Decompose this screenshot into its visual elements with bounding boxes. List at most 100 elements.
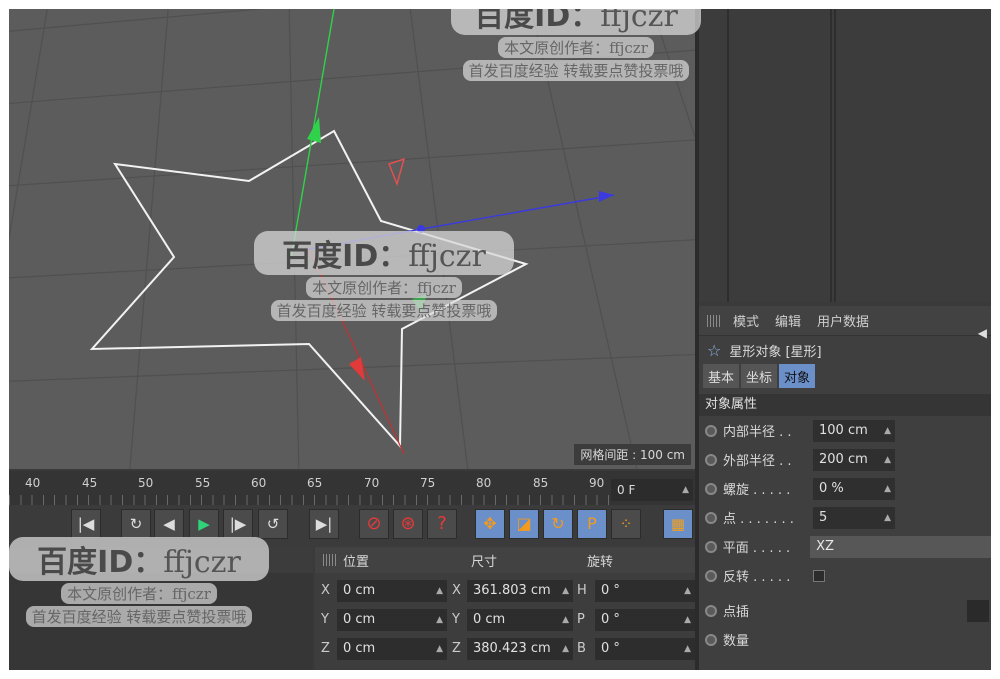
timeline-tick: 70 bbox=[364, 476, 380, 490]
spinner-icon[interactable]: ▲ bbox=[884, 507, 891, 529]
app-window: 网格间距 : 100 cm 模式 编辑 用户数据 ◀ ☆ 星形对象 [星形] 基… bbox=[9, 9, 991, 670]
field-value: 0 ° bbox=[601, 583, 620, 598]
animate-radio-icon[interactable] bbox=[705, 569, 717, 582]
plane-dropdown[interactable]: XZ bbox=[810, 535, 991, 558]
move-key-button[interactable]: ✥ bbox=[475, 509, 505, 539]
field-value: 361.803 cm bbox=[473, 583, 551, 598]
coord-row-z: Z 0 cm ▲ Z 380.423 cm ▲ B 0 ° ▲ bbox=[315, 638, 695, 662]
next-key-button[interactable]: ↺ bbox=[258, 509, 288, 539]
spinner-icon[interactable]: ▲ bbox=[562, 580, 569, 602]
star-icon: ☆ bbox=[707, 340, 722, 360]
size-x-field[interactable]: 361.803 cm ▲ bbox=[467, 580, 573, 602]
menu-mode[interactable]: 模式 bbox=[733, 311, 759, 330]
spinner-icon[interactable]: ▲ bbox=[684, 609, 691, 631]
previous-key-button[interactable]: ↻ bbox=[121, 509, 151, 539]
axis-label: Z bbox=[452, 641, 461, 656]
prop-inner-radius: 内部半径 . . 100 cm ▲ bbox=[699, 416, 991, 445]
animate-radio-icon[interactable] bbox=[705, 540, 717, 553]
section-object-properties: 对象属性 bbox=[699, 394, 991, 416]
rotation-handle-red[interactable] bbox=[388, 157, 406, 187]
position-x-field[interactable]: 0 cm ▲ bbox=[337, 580, 447, 602]
rotation-b-field[interactable]: 0 ° ▲ bbox=[595, 638, 695, 660]
header-position: 位置 bbox=[343, 554, 370, 570]
watermark-id: ID： bbox=[97, 545, 164, 580]
watermark-title: 百度 bbox=[474, 9, 535, 34]
animate-radio-icon[interactable] bbox=[705, 604, 717, 617]
prop-label: 点插 bbox=[723, 605, 750, 620]
prop-label: 反转 . . . . . bbox=[723, 570, 791, 585]
watermark-logo: 百度ID：ffjczr bbox=[254, 231, 514, 275]
size-z-field[interactable]: 380.423 cm ▲ bbox=[467, 638, 573, 660]
spinner-icon[interactable]: ▲ bbox=[684, 580, 691, 602]
watermark-logo: 百度ID：ffjczr bbox=[451, 9, 701, 35]
tab-basic[interactable]: 基本 bbox=[703, 364, 740, 388]
grip-icon[interactable] bbox=[707, 314, 721, 327]
grip-icon[interactable] bbox=[323, 554, 337, 566]
x-axis-arrow[interactable] bbox=[599, 191, 614, 202]
animate-radio-icon[interactable] bbox=[705, 482, 717, 495]
next-frame-button[interactable]: |▶ bbox=[223, 509, 253, 539]
go-to-end-button[interactable]: ▶| bbox=[309, 509, 339, 539]
animate-radio-icon[interactable] bbox=[705, 511, 717, 524]
current-frame-field[interactable]: 0 F ▲ bbox=[611, 479, 693, 501]
outer-radius-field[interactable]: 200 cm ▲ bbox=[813, 448, 895, 471]
animate-radio-icon[interactable] bbox=[705, 424, 717, 437]
inner-radius-field[interactable]: 100 cm ▲ bbox=[813, 419, 895, 442]
parameter-key-button[interactable]: P bbox=[577, 509, 607, 539]
attribute-menubar: 模式 编辑 用户数据 ◀ bbox=[699, 306, 991, 340]
coordinate-header: 位置 尺寸 旋转 bbox=[315, 547, 695, 573]
object-manager[interactable] bbox=[699, 9, 991, 302]
spinner-icon[interactable]: ▲ bbox=[884, 478, 891, 500]
position-y-field[interactable]: 0 cm ▲ bbox=[337, 609, 447, 631]
animate-radio-icon[interactable] bbox=[705, 453, 717, 466]
prop-label: 数量 bbox=[723, 634, 750, 649]
rotation-h-field[interactable]: 0 ° ▲ bbox=[595, 580, 695, 602]
back-arrow-icon[interactable]: ◀ bbox=[978, 326, 987, 340]
keyframe-selection-button[interactable]: ? bbox=[427, 509, 457, 539]
spinner-icon[interactable]: ▲ bbox=[884, 449, 891, 471]
spinner-icon[interactable]: ▲ bbox=[436, 580, 443, 602]
play-button[interactable]: ▶ bbox=[189, 509, 219, 539]
spinner-icon[interactable]: ▲ bbox=[884, 420, 891, 442]
axis-label: B bbox=[577, 641, 586, 656]
go-to-start-button[interactable]: |◀ bbox=[71, 509, 101, 539]
rotation-p-field[interactable]: 0 ° ▲ bbox=[595, 609, 695, 631]
position-z-field[interactable]: 0 cm ▲ bbox=[337, 638, 447, 660]
menu-edit[interactable]: 编辑 bbox=[775, 311, 801, 330]
prop-twist: 螺旋 . . . . . 0 % ▲ bbox=[699, 474, 991, 503]
previous-frame-button[interactable]: ◀ bbox=[154, 509, 184, 539]
prop-outer-radius: 外部半径 . . 200 cm ▲ bbox=[699, 445, 991, 474]
tab-object[interactable]: 对象 bbox=[779, 364, 816, 388]
scale-key-button[interactable]: ◪ bbox=[509, 509, 539, 539]
size-y-field[interactable]: 0 cm ▲ bbox=[467, 609, 573, 631]
spinner-icon[interactable]: ▲ bbox=[436, 638, 443, 660]
tab-coord[interactable]: 坐标 bbox=[741, 364, 778, 388]
prop-label: 外部半径 . . bbox=[723, 454, 792, 469]
timeline-menu-button[interactable]: ▦ bbox=[663, 509, 693, 539]
timeline-ruler[interactable] bbox=[9, 495, 609, 505]
intermediate-points-dropdown[interactable] bbox=[967, 599, 989, 622]
timeline[interactable]: 40 45 50 55 60 65 70 75 80 85 90 0 F ▲ bbox=[9, 471, 695, 505]
prop-label: 螺旋 . . . . . bbox=[723, 483, 791, 498]
spinner-icon[interactable]: ▲ bbox=[436, 609, 443, 631]
watermark-note: 首发百度经验 转载要点赞投票哦 bbox=[270, 300, 498, 321]
point-level-button[interactable]: ⁘ bbox=[611, 509, 641, 539]
coord-row-y: Y 0 cm ▲ Y 0 cm ▲ P 0 ° ▲ bbox=[315, 609, 695, 633]
rotate-key-button[interactable]: ↻ bbox=[543, 509, 573, 539]
y-axis-arrow[interactable] bbox=[307, 117, 321, 143]
spinner-icon[interactable]: ▲ bbox=[682, 479, 689, 501]
spinner-icon[interactable]: ▲ bbox=[562, 638, 569, 660]
object-title-text: 星形对象 [星形] bbox=[729, 344, 822, 360]
z-axis-arrow[interactable] bbox=[349, 357, 365, 381]
animate-radio-icon[interactable] bbox=[705, 633, 717, 646]
record-key-button[interactable]: ⊘ bbox=[359, 509, 389, 539]
auto-key-button[interactable]: ⊛ bbox=[393, 509, 423, 539]
spinner-icon[interactable]: ▲ bbox=[562, 609, 569, 631]
reverse-checkbox[interactable] bbox=[813, 569, 825, 582]
spinner-icon[interactable]: ▲ bbox=[684, 638, 691, 660]
watermark-logo: 百度ID：ffjczr bbox=[9, 537, 269, 581]
watermark-handle: ffjczr bbox=[163, 545, 241, 580]
points-field[interactable]: 5 ▲ bbox=[813, 506, 895, 529]
twist-field[interactable]: 0 % ▲ bbox=[813, 477, 895, 500]
menu-user-data[interactable]: 用户数据 bbox=[817, 311, 869, 330]
